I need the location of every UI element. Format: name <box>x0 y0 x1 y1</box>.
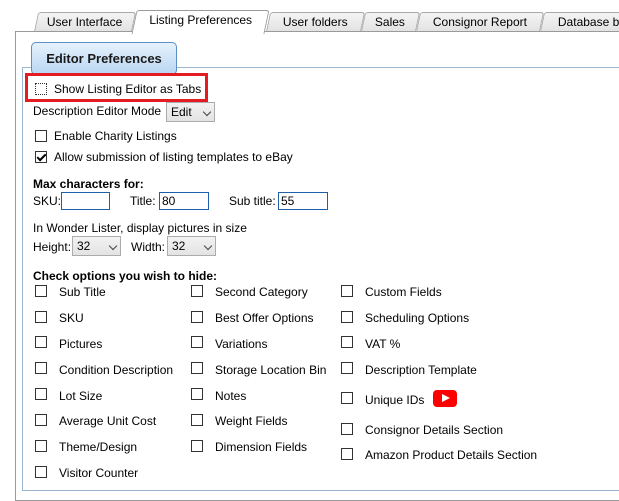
editor-preferences-button[interactable]: Editor Preferences <box>31 42 177 75</box>
hide-option-label: Average Unit Cost <box>59 414 157 428</box>
enable-charity-label: Enable Charity Listings <box>54 129 177 143</box>
hide-option-label: Unique IDs <box>365 393 425 407</box>
hide-option-label: SKU <box>59 311 84 325</box>
allow-submission-checkbox[interactable] <box>35 151 47 163</box>
height-select[interactable]: 32 <box>72 236 121 256</box>
hide-condition-description-checkbox[interactable] <box>35 362 47 374</box>
hide-scheduling-options-checkbox[interactable] <box>341 311 353 323</box>
tab-strip: User Interface Listing Preferences User … <box>0 0 619 34</box>
tab-listing-preferences[interactable]: Listing Preferences <box>131 10 270 34</box>
height-label: Height: <box>33 240 72 254</box>
title-label: Title: <box>130 194 156 208</box>
hide-pictures-checkbox[interactable] <box>35 336 47 348</box>
sku-max-input[interactable] <box>61 192 110 210</box>
chevron-down-icon <box>203 241 213 251</box>
hide-option-label: Theme/Design <box>59 440 138 454</box>
hide-notes-checkbox[interactable] <box>191 388 203 400</box>
description-editor-mode-value: Edit <box>171 105 192 119</box>
hide-average-unit-cost-checkbox[interactable] <box>35 414 47 426</box>
title-max-input[interactable]: 80 <box>159 192 209 210</box>
hide-unique-ids-checkbox[interactable] <box>341 392 353 404</box>
hide-weight-fields-checkbox[interactable] <box>191 414 203 426</box>
hide-sub-title-checkbox[interactable] <box>35 285 47 297</box>
hide-amazon-product-details-checkbox[interactable] <box>341 448 353 460</box>
width-value: 32 <box>172 239 186 253</box>
hide-options-heading: Check options you wish to hide: <box>33 269 218 283</box>
hide-vat-checkbox[interactable] <box>341 336 353 348</box>
show-listing-editor-tabs-label: Show Listing Editor as Tabs <box>54 82 202 96</box>
youtube-play-icon[interactable] <box>433 390 457 407</box>
hide-option-label: VAT % <box>365 337 401 351</box>
hide-option-label: Pictures <box>59 337 103 351</box>
hide-option-label: Dimension Fields <box>215 440 308 454</box>
hide-option-label: Sub Title <box>59 285 106 299</box>
hide-description-template-checkbox[interactable] <box>341 362 353 374</box>
tab-user-folders[interactable]: User folders <box>265 12 366 32</box>
max-characters-heading: Max characters for: <box>33 177 144 191</box>
chevron-down-icon <box>202 107 212 117</box>
width-select[interactable]: 32 <box>167 236 216 256</box>
show-listing-editor-tabs-checkbox[interactable] <box>35 83 47 95</box>
hide-option-label: Storage Location Bin <box>215 363 327 377</box>
hide-option-label: Lot Size <box>59 389 103 403</box>
chevron-down-icon <box>108 241 118 251</box>
hide-option-label: Weight Fields <box>215 414 288 428</box>
hide-lot-size-checkbox[interactable] <box>35 388 47 400</box>
height-value: 32 <box>77 239 91 253</box>
hide-sku-checkbox[interactable] <box>35 311 47 323</box>
hide-dimension-fields-checkbox[interactable] <box>191 440 203 452</box>
hide-option-label: Amazon Product Details Section <box>365 448 538 462</box>
subtitle-label: Sub title: <box>229 194 276 208</box>
hide-visitor-counter-checkbox[interactable] <box>35 466 47 478</box>
hide-option-label: Description Template <box>365 363 477 377</box>
pictures-size-label: In Wonder Lister, display pictures in si… <box>33 221 247 235</box>
hide-consignor-details-checkbox[interactable] <box>341 423 353 435</box>
sku-label: SKU: <box>33 194 62 208</box>
hide-option-label: Best Offer Options <box>215 311 314 325</box>
tab-database-backup[interactable]: Database ba <box>539 12 619 32</box>
tab-sales[interactable]: Sales <box>360 12 421 32</box>
description-editor-mode-select[interactable]: Edit <box>166 102 215 122</box>
tab-user-interface[interactable]: User Interface <box>33 12 137 32</box>
enable-charity-checkbox[interactable] <box>35 130 47 142</box>
hide-option-label: Custom Fields <box>365 285 442 299</box>
subtitle-max-input[interactable]: 55 <box>278 192 328 210</box>
hide-option-label: Visitor Counter <box>59 466 139 480</box>
hide-option-label: Variations <box>215 337 268 351</box>
allow-submission-label: Allow submission of listing templates to… <box>54 150 293 164</box>
hide-variations-checkbox[interactable] <box>191 336 203 348</box>
hide-best-offer-options-checkbox[interactable] <box>191 311 203 323</box>
hide-option-label: Second Category <box>215 285 308 299</box>
tab-consignor-report[interactable]: Consignor Report <box>415 12 545 32</box>
hide-option-label: Consignor Details Section <box>365 423 504 437</box>
description-editor-mode-label: Description Editor Mode <box>33 104 162 118</box>
hide-custom-fields-checkbox[interactable] <box>341 285 353 297</box>
hide-storage-location-bin-checkbox[interactable] <box>191 362 203 374</box>
width-label: Width: <box>131 240 166 254</box>
hide-second-category-checkbox[interactable] <box>191 285 203 297</box>
hide-option-label: Notes <box>215 389 247 403</box>
hide-option-label: Condition Description <box>59 363 174 377</box>
hide-theme-design-checkbox[interactable] <box>35 440 47 452</box>
hide-option-label: Scheduling Options <box>365 311 470 325</box>
